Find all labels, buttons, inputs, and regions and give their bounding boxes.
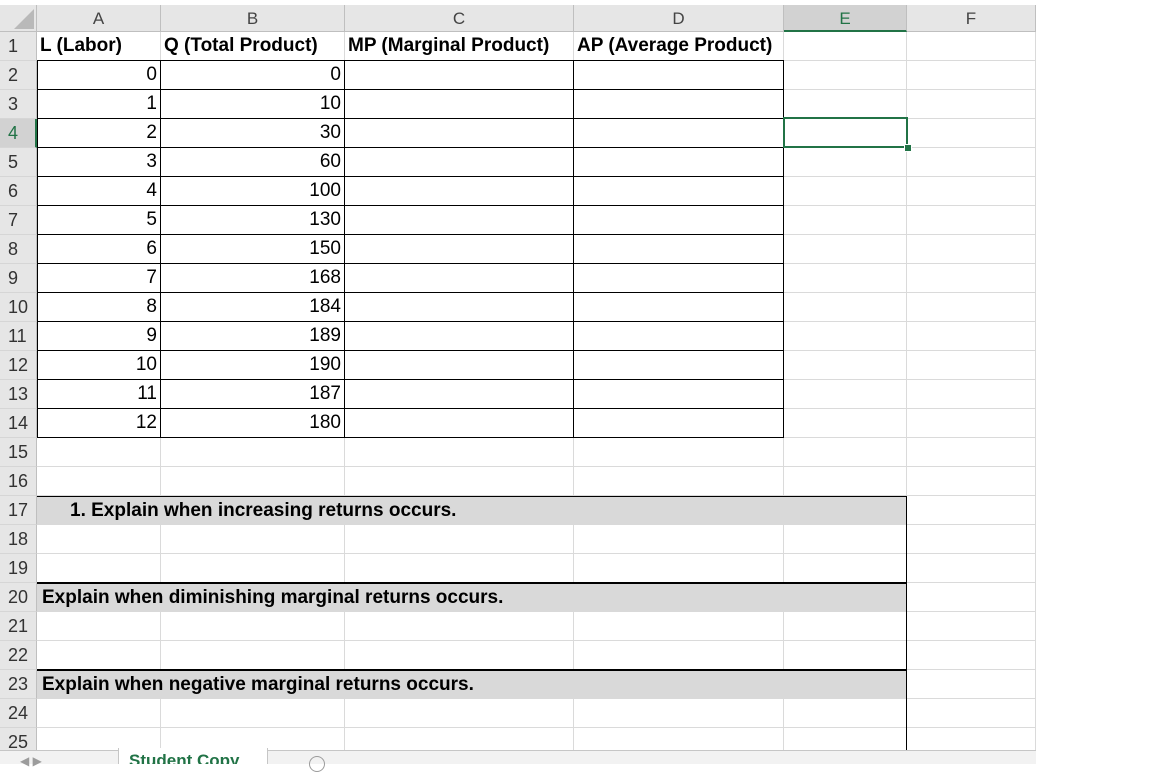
- cell-average-product[interactable]: [574, 264, 784, 293]
- cell-average-product[interactable]: [574, 148, 784, 177]
- cell-labor[interactable]: 8: [37, 293, 161, 322]
- selected-cell-e4[interactable]: [783, 117, 908, 148]
- cell-labor[interactable]: 1: [37, 90, 161, 119]
- column-header-f[interactable]: F: [907, 5, 1036, 32]
- header-cell-marginal-product[interactable]: MP (Marginal Product): [345, 32, 574, 61]
- cell-marginal-product[interactable]: [345, 380, 574, 409]
- cell-total-product[interactable]: 168: [161, 264, 345, 293]
- row-header-20[interactable]: 20: [0, 583, 37, 612]
- row-header-15[interactable]: 15: [0, 438, 37, 467]
- cell-average-product[interactable]: [574, 177, 784, 206]
- cell-marginal-product[interactable]: [345, 351, 574, 380]
- cell-total-product[interactable]: 189: [161, 322, 345, 351]
- row-header-21[interactable]: 21: [0, 612, 37, 641]
- row-header-12[interactable]: 12: [0, 351, 37, 380]
- fill-handle[interactable]: [904, 144, 912, 152]
- cell-total-product[interactable]: 100: [161, 177, 345, 206]
- select-all-triangle-icon: [14, 9, 34, 29]
- cell-marginal-product[interactable]: [345, 264, 574, 293]
- header-cell-average-product[interactable]: AP (Average Product): [574, 32, 784, 61]
- cell-marginal-product[interactable]: [345, 409, 574, 438]
- cell-average-product[interactable]: [574, 206, 784, 235]
- cell-average-product[interactable]: [574, 380, 784, 409]
- cell-marginal-product[interactable]: [345, 148, 574, 177]
- cell-total-product[interactable]: 180: [161, 409, 345, 438]
- cell-labor[interactable]: 12: [37, 409, 161, 438]
- cell-total-product[interactable]: 130: [161, 206, 345, 235]
- cell-labor[interactable]: 5: [37, 206, 161, 235]
- row-header-24[interactable]: 24: [0, 699, 37, 728]
- column-header-c[interactable]: C: [345, 5, 574, 32]
- header-cell-total-product[interactable]: Q (Total Product): [161, 32, 345, 61]
- cell-marginal-product[interactable]: [345, 293, 574, 322]
- column-gridline: [1035, 32, 1036, 750]
- row-header-7[interactable]: 7: [0, 206, 37, 235]
- cell-total-product[interactable]: 0: [161, 61, 345, 90]
- row-header-3[interactable]: 3: [0, 90, 37, 119]
- cell-total-product[interactable]: 30: [161, 119, 345, 148]
- cell-average-product[interactable]: [574, 235, 784, 264]
- cell-total-product[interactable]: 150: [161, 235, 345, 264]
- row-header-8[interactable]: 8: [0, 235, 37, 264]
- add-sheet-icon[interactable]: [309, 756, 325, 772]
- column-header-a[interactable]: A: [37, 5, 161, 32]
- cell-average-product[interactable]: [574, 119, 784, 148]
- cell-marginal-product[interactable]: [345, 119, 574, 148]
- cell-labor[interactable]: 3: [37, 148, 161, 177]
- row-header-14[interactable]: 14: [0, 409, 37, 438]
- cell-total-product[interactable]: 190: [161, 351, 345, 380]
- row-header-6[interactable]: 6: [0, 177, 37, 206]
- column-header-e[interactable]: E: [784, 5, 907, 32]
- cell-labor[interactable]: 2: [37, 119, 161, 148]
- row-header-19[interactable]: 19: [0, 554, 37, 583]
- header-cell-labor[interactable]: L (Labor): [37, 32, 161, 61]
- row-header-13[interactable]: 13: [0, 380, 37, 409]
- cell-labor[interactable]: 10: [37, 351, 161, 380]
- answer-box-2[interactable]: [37, 583, 907, 670]
- cell-marginal-product[interactable]: [345, 61, 574, 90]
- cell-marginal-product[interactable]: [345, 177, 574, 206]
- row-header-2[interactable]: 2: [0, 61, 37, 90]
- row-header-1[interactable]: 1: [0, 32, 37, 61]
- cell-total-product[interactable]: 10: [161, 90, 345, 119]
- cell-labor[interactable]: 4: [37, 177, 161, 206]
- cell-total-product[interactable]: 60: [161, 148, 345, 177]
- column-header-b[interactable]: B: [161, 5, 345, 32]
- cell-marginal-product[interactable]: [345, 206, 574, 235]
- cell-total-product[interactable]: 187: [161, 380, 345, 409]
- sheet-tab-student-copy[interactable]: Student Copy: [118, 748, 268, 764]
- cell-average-product[interactable]: [574, 322, 784, 351]
- answer-box-1[interactable]: [37, 496, 907, 583]
- row-header-10[interactable]: 10: [0, 293, 37, 322]
- select-all-corner[interactable]: [0, 5, 37, 32]
- row-header-5[interactable]: 5: [0, 148, 37, 177]
- row-header-23[interactable]: 23: [0, 670, 37, 699]
- cell-total-product[interactable]: 184: [161, 293, 345, 322]
- cell-average-product[interactable]: [574, 409, 784, 438]
- answer-box-3[interactable]: [37, 670, 907, 750]
- row-header-16[interactable]: 16: [0, 467, 37, 496]
- row-header-9[interactable]: 9: [0, 264, 37, 293]
- cell-labor[interactable]: 11: [37, 380, 161, 409]
- cell-average-product[interactable]: [574, 61, 784, 90]
- cell-labor[interactable]: 7: [37, 264, 161, 293]
- cell-average-product[interactable]: [574, 351, 784, 380]
- cell-marginal-product[interactable]: [345, 322, 574, 351]
- row-header-18[interactable]: 18: [0, 525, 37, 554]
- cell-grid[interactable]: L (Labor) Q (Total Product) MP (Marginal P…: [37, 32, 1036, 757]
- row-header-22[interactable]: 22: [0, 641, 37, 670]
- cell-marginal-product[interactable]: [345, 90, 574, 119]
- row-header-11[interactable]: 11: [0, 322, 37, 351]
- row-header-4[interactable]: 4: [0, 119, 37, 148]
- cell-average-product[interactable]: [574, 293, 784, 322]
- cell-average-product[interactable]: [574, 90, 784, 119]
- row-header-17[interactable]: 17: [0, 496, 37, 525]
- column-header-d[interactable]: D: [574, 5, 784, 32]
- sheet-nav-arrows-icon[interactable]: ◀ ▶: [20, 754, 42, 768]
- cell-labor[interactable]: 9: [37, 322, 161, 351]
- cell-labor[interactable]: 6: [37, 235, 161, 264]
- cell-marginal-product[interactable]: [345, 235, 574, 264]
- cell-labor[interactable]: 0: [37, 61, 161, 90]
- row-gridline: [37, 466, 1036, 467]
